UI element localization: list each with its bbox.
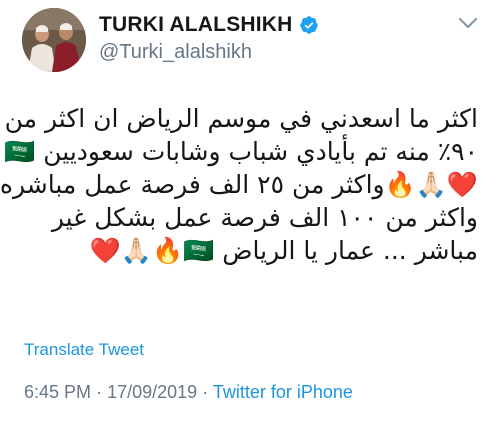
tweet-text: اكثر ما اسعدني في موسم الرياض ان اكثر من…: [0, 102, 478, 267]
verified-badge-icon: [299, 15, 319, 35]
tweet-line: ٩٠٪ منه تم بأيادي شباب وشابات سعوديين 🇸🇦: [4, 137, 478, 166]
tweet-time: 6:45 PM: [24, 382, 92, 402]
profile-photo: [22, 8, 86, 72]
avatar[interactable]: [22, 8, 86, 72]
tweet-source-link[interactable]: Twitter for iPhone: [213, 382, 353, 402]
tweet-line: مباشر ... عمار يا الرياض 🇸🇦🔥🙏🏻❤️: [89, 236, 478, 265]
tweet-date: 17/09/2019: [107, 382, 198, 402]
translate-tweet-link[interactable]: Translate Tweet: [24, 340, 144, 360]
author-block[interactable]: TURKI ALALSHIKH @Turki_alalshikh: [99, 12, 459, 64]
meta-separator: ·: [202, 382, 209, 402]
meta-separator: ·: [96, 382, 103, 402]
tweet-meta: 6:45 PM · 17/09/2019 · Twitter for iPhon…: [24, 382, 353, 403]
display-name[interactable]: TURKI ALALSHIKH: [99, 13, 293, 37]
chevron-down-icon[interactable]: [458, 16, 478, 30]
tweet-line: ❤️🙏🏻🔥واكثر من ٢٥ الف فرصة عمل مباشره: [0, 170, 478, 199]
handle[interactable]: @Turki_alalshikh: [99, 41, 459, 64]
tweet-line: واكثر من ١٠٠ الف فرصة عمل بشكل غير: [51, 203, 478, 232]
tweet-card: TURKI ALALSHIKH @Turki_alalshikh اكثر ما…: [0, 0, 500, 423]
name-row: TURKI ALALSHIKH: [99, 12, 459, 38]
tweet-line: اكثر ما اسعدني في موسم الرياض ان اكثر من: [4, 104, 478, 133]
